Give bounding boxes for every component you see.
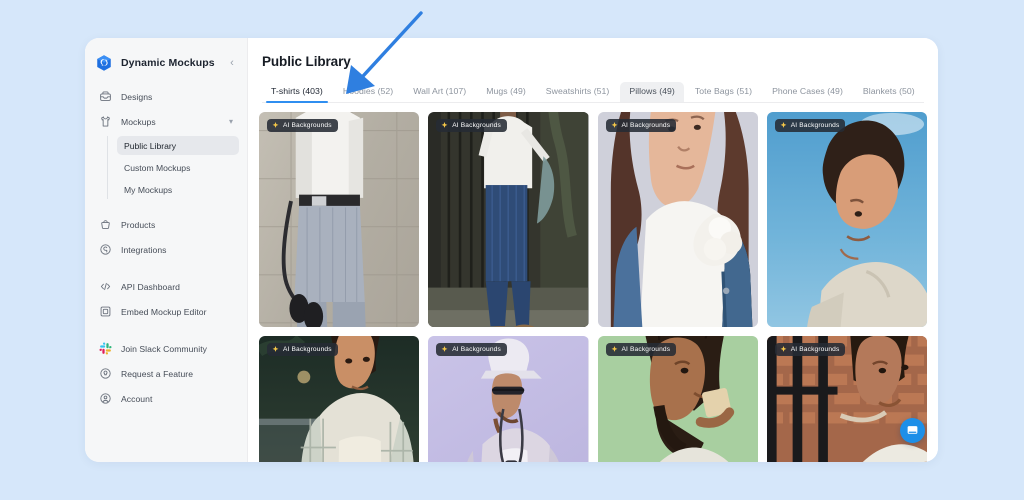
mockup-tile[interactable]: AI Backgrounds: [597, 112, 758, 327]
sidebar-item-request-a-feature[interactable]: Request a Feature: [93, 363, 239, 384]
sparkle-icon: [611, 122, 617, 128]
mockup-grid: AI Backgrounds AI Backgrounds AI Backgro…: [248, 103, 938, 462]
tshirt-icon: [99, 115, 112, 128]
sparkle-icon: [272, 122, 279, 128]
mockup-tile[interactable]: AI Backgrounds: [259, 112, 420, 327]
sidebar-item-account[interactable]: Account: [93, 388, 239, 409]
mockup-tile[interactable]: AI Backgrounds: [259, 336, 420, 462]
tab-pillows[interactable]: Pillows (49): [620, 82, 684, 102]
ai-backgrounds-badge[interactable]: AI Backgrounds: [267, 119, 338, 132]
tab-sweatshirts[interactable]: Sweatshirts (51): [537, 82, 619, 102]
app-window: Dynamic Mockups ‹ Designs Mockups ▾ Publ…: [85, 38, 938, 462]
nav-group-primary: Designs Mockups ▾ Public Library Custom …: [85, 86, 247, 409]
badge-label: AI Backgrounds: [790, 346, 840, 353]
chat-bubble-icon: [907, 426, 918, 434]
tab-phone-cases[interactable]: Phone Cases (49): [763, 82, 852, 102]
sidebar-item-api-dashboard[interactable]: API Dashboard: [93, 276, 239, 297]
ai-backgrounds-badge[interactable]: AI Backgrounds: [436, 119, 507, 132]
lightbulb-pin-icon: [99, 367, 112, 380]
sparkle-icon: [272, 346, 279, 352]
ai-backgrounds-badge[interactable]: AI Backgrounds: [267, 343, 338, 356]
sidebar-item-my-mockups[interactable]: My Mockups: [117, 180, 239, 199]
sidebar-item-label: Embed Mockup Editor: [121, 306, 207, 317]
chat-launcher-button[interactable]: [900, 418, 925, 443]
sidebar-item-public-library[interactable]: Public Library: [117, 136, 239, 155]
badge-label: AI Backgrounds: [283, 122, 332, 129]
slack-icon: [99, 342, 112, 355]
mockup-thumbnail: [259, 112, 420, 327]
tab-hoodies[interactable]: Hoodies (52): [334, 82, 402, 102]
mockup-tile[interactable]: AI Backgrounds: [766, 336, 927, 462]
page-title: Public Library: [262, 54, 351, 69]
mockup-thumbnail: [597, 112, 758, 327]
mockup-thumbnail: [766, 112, 927, 327]
badge-label: AI Backgrounds: [621, 346, 671, 353]
sparkle-icon: [611, 346, 617, 352]
mockup-thumbnail: [428, 112, 589, 327]
sidebar-item-label: Account: [121, 393, 153, 404]
sidebar-item-label: Join Slack Community: [121, 343, 208, 354]
embed-square-icon: [99, 305, 112, 318]
ai-backgrounds-badge[interactable]: AI Backgrounds: [605, 343, 677, 356]
ai-backgrounds-badge[interactable]: AI Backgrounds: [774, 343, 846, 356]
badge-label: AI Backgrounds: [621, 122, 671, 129]
badge-label: AI Backgrounds: [283, 346, 332, 353]
ai-backgrounds-badge[interactable]: AI Backgrounds: [774, 119, 846, 132]
sparkle-icon: [780, 346, 787, 352]
designs-stack-icon: [99, 90, 112, 103]
badge-label: AI Backgrounds: [452, 346, 501, 353]
main-content: Public Library T-shirts (403) Hoodies (5…: [248, 38, 938, 462]
brand[interactable]: Dynamic Mockups ‹: [85, 48, 247, 86]
main-header: Public Library T-shirts (403) Hoodies (5…: [248, 38, 938, 103]
nav-divider-1: [93, 202, 239, 214]
sidebar-item-embed-mockup-editor[interactable]: Embed Mockup Editor: [93, 301, 239, 322]
sidebar-item-label: Products: [121, 219, 156, 230]
sidebar-item-label: Request a Feature: [121, 368, 194, 379]
ai-backgrounds-badge[interactable]: AI Backgrounds: [605, 119, 677, 132]
sidebar-item-label: API Dashboard: [121, 281, 180, 292]
dynamic-mockups-logo-icon: [95, 54, 113, 72]
mockup-tile[interactable]: AI Backgrounds: [428, 336, 589, 462]
sidebar-item-label: Integrations: [121, 244, 167, 255]
nav-divider-2: [93, 264, 239, 276]
sidebar-item-join-slack-community[interactable]: Join Slack Community: [93, 338, 239, 359]
ai-backgrounds-badge[interactable]: AI Backgrounds: [436, 343, 507, 356]
bag-icon: [99, 218, 112, 231]
sparkle-icon: [780, 122, 787, 128]
sidebar-item-label: Mockups: [121, 116, 156, 127]
integrations-icon: [99, 243, 112, 256]
mockup-tile[interactable]: AI Backgrounds: [428, 112, 589, 327]
mockup-tile[interactable]: AI Backgrounds: [597, 336, 758, 462]
tab-blankets[interactable]: Blankets (50): [854, 82, 924, 102]
user-circle-icon: [99, 392, 112, 405]
sparkle-icon: [441, 122, 448, 128]
sidebar-collapse-button[interactable]: ‹: [225, 56, 239, 70]
chevron-down-icon[interactable]: ▾: [229, 117, 233, 126]
tab-tshirts[interactable]: T-shirts (403): [262, 82, 332, 103]
sidebar-item-products[interactable]: Products: [93, 214, 239, 235]
sidebar-item-custom-mockups[interactable]: Custom Mockups: [117, 158, 239, 177]
badge-label: AI Backgrounds: [452, 122, 501, 129]
sidebar-item-mockups[interactable]: Mockups ▾: [93, 111, 239, 132]
sidebar-subnav-mockups: Public Library Custom Mockups My Mockups: [107, 136, 239, 199]
tab-wall-art[interactable]: Wall Art (107): [404, 82, 475, 102]
badge-label: AI Backgrounds: [790, 122, 840, 129]
sidebar: Dynamic Mockups ‹ Designs Mockups ▾ Publ…: [85, 38, 248, 462]
sidebar-item-label: Designs: [121, 91, 153, 102]
tab-mugs[interactable]: Mugs (49): [477, 82, 535, 102]
sidebar-item-integrations[interactable]: Integrations: [93, 239, 239, 260]
sidebar-item-designs[interactable]: Designs: [93, 86, 239, 107]
code-brackets-icon: [99, 280, 112, 293]
sparkle-icon: [441, 346, 448, 352]
nav-divider-3: [93, 326, 239, 338]
category-tabs: T-shirts (403) Hoodies (52) Wall Art (10…: [262, 82, 924, 103]
mockup-tile[interactable]: AI Backgrounds: [766, 112, 927, 327]
tab-tote-bags[interactable]: Tote Bags (51): [686, 82, 761, 102]
brand-name: Dynamic Mockups: [121, 57, 215, 69]
